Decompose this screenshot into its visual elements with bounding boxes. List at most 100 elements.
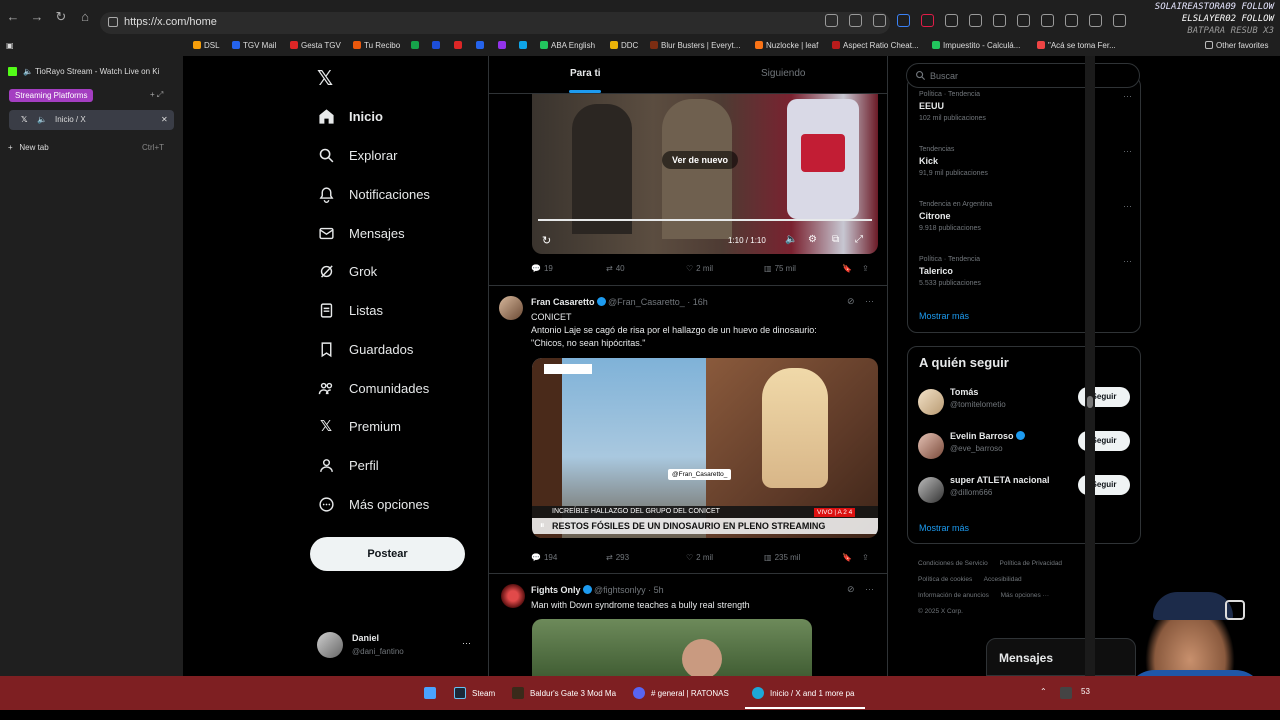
more-dots-icon[interactable]: ··· xyxy=(1123,91,1132,101)
bookmark[interactable]: Gesta TGV xyxy=(290,41,341,50)
trend-item[interactable]: Tendencia en Argentina Citrone 9.918 pub… xyxy=(919,201,1129,232)
video-progress[interactable] xyxy=(538,219,872,221)
taskbar-edge[interactable]: Inicio / X and 1 more pa xyxy=(752,687,855,699)
tab-active[interactable]: 𝕏 🔈 Inicio / X ✕ xyxy=(9,110,174,130)
screenshot-icon[interactable] xyxy=(1065,14,1078,27)
follow-suggestion[interactable]: super ATLETA nacional @dillom666 Seguir xyxy=(918,473,1132,507)
start-icon[interactable] xyxy=(424,687,442,699)
tab-following[interactable]: Siguiendo xyxy=(761,68,805,79)
read-aloud-icon[interactable] xyxy=(849,14,862,27)
forward-icon[interactable]: → xyxy=(30,10,44,24)
avatar[interactable] xyxy=(501,584,525,608)
trend-item[interactable]: Tendencias Kick 91,9 mil publicaciones xyxy=(919,146,1129,177)
footer-link[interactable]: Política de Privacidad xyxy=(1000,560,1063,567)
grok-post-icon[interactable]: ⊘ xyxy=(847,584,855,595)
bookmark[interactable]: DDC xyxy=(610,41,638,50)
account-switcher[interactable]: Daniel @dani_fantino ··· xyxy=(317,630,477,660)
tab-actions-icon[interactable]: ▣ xyxy=(6,41,14,50)
bookmark[interactable]: Impuestito - Calculá... xyxy=(932,41,1020,50)
reply-action[interactable]: 💬 19 xyxy=(531,264,606,273)
scrollbar[interactable] xyxy=(1085,56,1095,676)
new-tab-button[interactable]: + New tab xyxy=(8,143,49,152)
search-input[interactable]: Buscar xyxy=(906,63,1140,88)
bookmark[interactable] xyxy=(498,41,509,50)
favorite-star-icon[interactable] xyxy=(873,14,886,27)
repost-action[interactable]: ⇄ 293 xyxy=(606,553,686,562)
volume-icon[interactable]: 🔈 xyxy=(785,234,797,245)
nav-profile[interactable]: Perfil xyxy=(317,453,379,477)
post-handle[interactable]: @fightsonlyy · 5h xyxy=(594,585,664,595)
reply-action[interactable]: 💬 194 xyxy=(531,553,606,562)
tab-pinned[interactable]: 🔈 TioRayo Stream - Watch Live on Ki xyxy=(8,67,159,76)
more-dots-icon[interactable]: ··· xyxy=(462,638,471,648)
pause-icon[interactable]: ⏸ xyxy=(540,520,545,531)
more-dots-icon[interactable]: ··· xyxy=(865,296,874,306)
reload-icon[interactable]: ↻ xyxy=(54,10,68,24)
bookmark[interactable] xyxy=(519,41,530,50)
close-tab-icon[interactable]: ✕ xyxy=(161,115,168,124)
share-icon[interactable]: ⇪ xyxy=(862,553,869,562)
bookmark[interactable]: DSL xyxy=(193,41,220,50)
more-dots-icon[interactable]: ··· xyxy=(1123,201,1132,211)
back-icon[interactable]: ← xyxy=(6,10,20,24)
footer-link[interactable]: Información de anuncios xyxy=(918,592,989,599)
footer-link[interactable]: Accesibilidad xyxy=(984,576,1022,583)
more-dots-icon[interactable]: ··· xyxy=(865,584,874,594)
bookmark[interactable]: Tu Recibo xyxy=(353,41,400,50)
video-player[interactable]: Ver de nuevo ↻ 1:10 / 1:10 🔈 ⚙ ⧉ ⤢ xyxy=(532,94,878,254)
follow-suggestion[interactable]: Tomás @tomitelometio Seguir xyxy=(918,385,1132,419)
extensions-puzzle-icon[interactable] xyxy=(945,14,958,27)
replay-button[interactable]: Ver de nuevo xyxy=(662,151,739,169)
post-handle[interactable]: @Fran_Casaretto_ · 16h xyxy=(608,297,708,307)
add-tab-icon[interactable]: + ⤢ xyxy=(150,90,163,100)
tray-badge[interactable]: 53 xyxy=(1081,687,1090,696)
like-action[interactable]: ♡ 2 mil xyxy=(686,553,764,562)
taskbar-bg3[interactable]: Baldur's Gate 3 Mod Ma xyxy=(512,687,616,699)
footer-link[interactable]: Más opciones ··· xyxy=(1001,592,1049,599)
extension-icon[interactable] xyxy=(969,14,982,27)
footer-link[interactable]: Condiciones de Servicio xyxy=(918,560,988,567)
nav-explore[interactable]: Explorar xyxy=(317,143,397,167)
settings-icon[interactable]: ⚙ xyxy=(808,234,817,245)
nav-grok[interactable]: Grok xyxy=(317,259,377,283)
video-player[interactable] xyxy=(532,619,812,676)
favorites-icon[interactable] xyxy=(993,14,1006,27)
like-action[interactable]: ♡ 2 mil xyxy=(686,264,764,273)
profile-icon[interactable] xyxy=(1089,14,1102,27)
bookmark[interactable] xyxy=(432,41,443,50)
tab-for-you[interactable]: Para ti xyxy=(570,68,601,79)
grok-post-icon[interactable]: ⊘ xyxy=(847,296,855,307)
video-player[interactable]: @Fran_Casaretto_ INCREÍBLE HALLAZGO DEL … xyxy=(532,358,878,538)
trend-item[interactable]: Política · Tendencia Talerico 5.533 publ… xyxy=(919,256,1129,287)
follow-suggestion[interactable]: Evelin Barroso @eve_barroso Seguir xyxy=(918,429,1132,463)
nav-lists[interactable]: Listas xyxy=(317,298,383,322)
nav-home[interactable]: Inicio xyxy=(317,104,383,128)
nav-messages[interactable]: Mensajes xyxy=(317,221,405,245)
other-favorites[interactable]: Other favorites xyxy=(1205,41,1268,50)
tab-group-label[interactable]: Streaming Platforms xyxy=(9,89,94,102)
views-action[interactable]: ▥ 75 mil xyxy=(764,264,842,273)
nav-communities[interactable]: Comunidades xyxy=(317,376,429,400)
bookmark[interactable] xyxy=(454,41,465,50)
bookmark[interactable]: Aspect Ratio Cheat... xyxy=(832,41,919,50)
show-more-trends[interactable]: Mostrar más xyxy=(919,311,969,321)
bookmark[interactable] xyxy=(476,41,487,50)
bookmark[interactable]: TGV Mail xyxy=(232,41,276,50)
tray-icon[interactable] xyxy=(1060,687,1078,699)
history-icon[interactable] xyxy=(1017,14,1030,27)
bookmark[interactable]: "Acá se toma Fer... xyxy=(1037,41,1116,50)
nav-notifications[interactable]: Notificaciones xyxy=(317,182,430,206)
address-bar[interactable]: https://x.com/home xyxy=(100,12,890,34)
footer-link[interactable]: Política de cookies xyxy=(918,576,972,583)
bookmark-icon[interactable]: 🔖 xyxy=(842,553,862,562)
show-more-follow[interactable]: Mostrar más xyxy=(919,523,969,533)
replay-icon[interactable]: ↻ xyxy=(542,234,551,247)
url-text[interactable]: https://x.com/home xyxy=(124,16,217,28)
nav-more[interactable]: Más opciones xyxy=(317,492,429,516)
pip-icon[interactable]: ⧉ xyxy=(832,234,839,245)
taskbar-steam[interactable]: Steam xyxy=(454,687,495,699)
post-author[interactable]: Fights Only xyxy=(531,585,581,595)
site-info-icon[interactable] xyxy=(108,17,118,27)
fullscreen-icon[interactable]: ⤢ xyxy=(855,234,863,245)
share-icon[interactable]: ⇪ xyxy=(862,264,869,273)
